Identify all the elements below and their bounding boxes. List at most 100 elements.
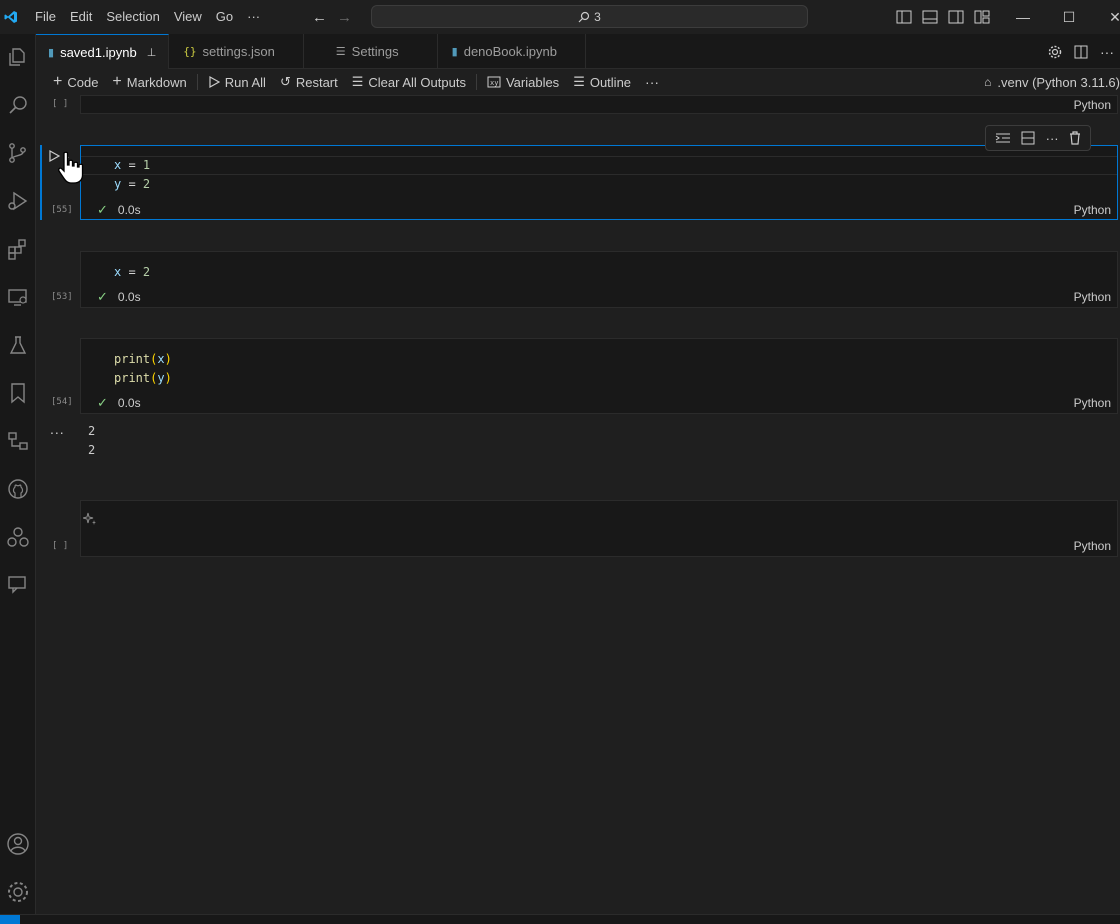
more-menu-icon[interactable]: ··· <box>240 0 267 34</box>
menu-view[interactable]: View <box>167 0 209 34</box>
output-actions-icon[interactable]: ... <box>50 421 65 437</box>
github-icon[interactable] <box>0 474 36 504</box>
menu-file[interactable]: File <box>28 0 63 34</box>
menu-bar: File Edit Selection View Go ··· <box>28 0 267 34</box>
code-line[interactable]: y = 2 <box>114 175 150 194</box>
tab-saved1[interactable]: ▮ saved1.ipynb ⊥ <box>36 34 170 69</box>
toggle-secondary-sidebar-icon[interactable] <box>948 10 964 24</box>
pin-icon[interactable]: ⊥ <box>147 46 157 59</box>
forward-arrow-icon[interactable]: → <box>337 9 352 26</box>
search-icon[interactable] <box>0 90 36 120</box>
cell-language[interactable]: Python <box>1074 396 1111 410</box>
customize-layout-icon[interactable] <box>974 10 990 24</box>
remote-indicator[interactable] <box>0 915 20 924</box>
split-cell-icon[interactable] <box>1021 131 1035 145</box>
more-cell-actions-icon[interactable]: ··· <box>1046 131 1059 146</box>
tab-label: settings.json <box>202 44 275 59</box>
tab-denobook[interactable]: ▮ denoBook.ipynb <box>438 34 586 69</box>
play-icon <box>209 76 220 88</box>
kernel-picker[interactable]: ⌂ .venv (Python 3.11.6) <box>984 69 1120 95</box>
cell-language[interactable]: Python <box>1074 98 1111 112</box>
code-cell[interactable]: x = 2 ✓ 0.0s Python <box>80 251 1118 308</box>
cell-language[interactable]: Python <box>1074 290 1111 304</box>
success-check-icon: ✓ <box>97 395 108 410</box>
command-center-text: 3 <box>594 9 601 24</box>
run-all-label: Run All <box>224 74 266 90</box>
tab-settings-json[interactable]: {} settings.json <box>169 34 304 69</box>
gear-icon[interactable] <box>1048 45 1062 59</box>
copilot-icon[interactable] <box>0 522 36 552</box>
sparkle-icon[interactable] <box>83 512 97 526</box>
cell-language[interactable]: Python <box>1074 539 1111 553</box>
notebook-icon: ▮ <box>48 46 55 59</box>
remote-explorer-icon[interactable] <box>0 282 36 312</box>
bookmark-icon[interactable] <box>0 378 36 408</box>
notebook-editor: [ ] Python ⌄ [55] x = 1 y = 2 ✓ 0.0s Pyt… <box>36 95 1120 914</box>
cell-language[interactable]: Python <box>1074 203 1111 217</box>
restart-icon: ↺ <box>279 74 291 89</box>
code-cell[interactable]: print(x) print(y) ✓ 0.0s Python <box>80 338 1118 414</box>
code-line[interactable]: x = 2 <box>114 263 150 282</box>
menu-selection[interactable]: Selection <box>99 0 166 34</box>
kernel-label: .venv (Python 3.11.6) <box>997 74 1120 90</box>
extensions-icon[interactable] <box>0 234 36 264</box>
variables-label: Variables <box>505 74 560 90</box>
run-all-button[interactable]: Run All <box>201 69 273 95</box>
execute-above-icon[interactable] <box>995 132 1011 144</box>
add-code-cell-button[interactable]: + Code <box>46 69 105 95</box>
code-line[interactable]: print(x) <box>114 350 172 369</box>
plus-icon: + <box>112 73 122 90</box>
chat-icon[interactable] <box>0 570 36 600</box>
accounts-icon[interactable] <box>0 829 36 859</box>
flow-diagram-icon[interactable] <box>0 426 36 456</box>
close-icon[interactable]: ✕ <box>1092 0 1120 34</box>
clear-all-icon: ☰ <box>351 74 364 89</box>
code-cell-empty[interactable]: Python <box>80 500 1118 557</box>
cell-status: ✓ 0.0s <box>97 289 141 305</box>
back-arrow-icon[interactable]: ← <box>312 9 327 26</box>
execution-count: [55] <box>51 205 73 215</box>
more-actions-icon[interactable]: ··· <box>1100 44 1114 60</box>
code-line[interactable]: print(y) <box>114 369 172 388</box>
more-toolbar-icon[interactable]: ··· <box>638 69 666 95</box>
clear-all-outputs-button[interactable]: ☰ Clear All Outputs <box>345 69 473 95</box>
code-cell-selected[interactable]: x = 1 y = 2 ✓ 0.0s Python <box>80 145 1118 220</box>
tab-settings[interactable]: ☰ Settings <box>304 34 438 69</box>
vscode-logo-icon <box>0 0 22 34</box>
toggle-panel-icon[interactable] <box>922 10 938 24</box>
current-line-highlight <box>81 156 1117 175</box>
run-debug-icon[interactable] <box>0 186 36 216</box>
restart-button[interactable]: ↺ Restart <box>273 69 345 95</box>
layout-controls <box>896 0 990 34</box>
cell-output-line: 2 <box>88 443 96 457</box>
testing-flask-icon[interactable] <box>0 330 36 360</box>
toggle-primary-sidebar-icon[interactable] <box>896 10 912 24</box>
execution-count: [ ] <box>52 541 69 551</box>
code-line[interactable]: x = 1 <box>114 156 150 175</box>
menu-go[interactable]: Go <box>209 0 240 34</box>
variables-button[interactable]: xy Variables <box>480 69 566 95</box>
editor-actions: ··· <box>1048 34 1120 69</box>
add-markdown-cell-button[interactable]: + Markdown <box>105 69 193 95</box>
trash-icon[interactable] <box>1069 131 1081 145</box>
braces-icon: {} <box>183 45 197 58</box>
split-editor-icon[interactable] <box>1074 45 1088 59</box>
outline-button[interactable]: ☰ Outline <box>566 69 638 95</box>
svg-text:xy: xy <box>490 79 498 87</box>
window-controls: — ☐ ✕ <box>1000 0 1120 34</box>
code-cell[interactable]: Python <box>80 95 1118 114</box>
explorer-icon[interactable] <box>0 42 36 72</box>
notebook-toolbar: + Code + Markdown Run All ↺ Restart ☰ Cl… <box>36 69 1120 95</box>
maximize-icon[interactable]: ☐ <box>1046 0 1092 34</box>
toolbar-divider <box>475 74 477 90</box>
kernel-icon: ⌂ <box>984 75 992 89</box>
source-control-icon[interactable] <box>0 138 36 168</box>
command-center[interactable]: 3 <box>371 5 808 28</box>
minimize-icon[interactable]: — <box>1000 0 1046 34</box>
menu-edit[interactable]: Edit <box>63 0 99 34</box>
add-code-label: Code <box>67 74 99 90</box>
cell-toolbar: ··· <box>985 125 1091 151</box>
manage-gear-icon[interactable] <box>0 877 36 907</box>
outline-list-icon: ☰ <box>573 74 585 89</box>
cell-selection-indicator <box>40 145 42 220</box>
